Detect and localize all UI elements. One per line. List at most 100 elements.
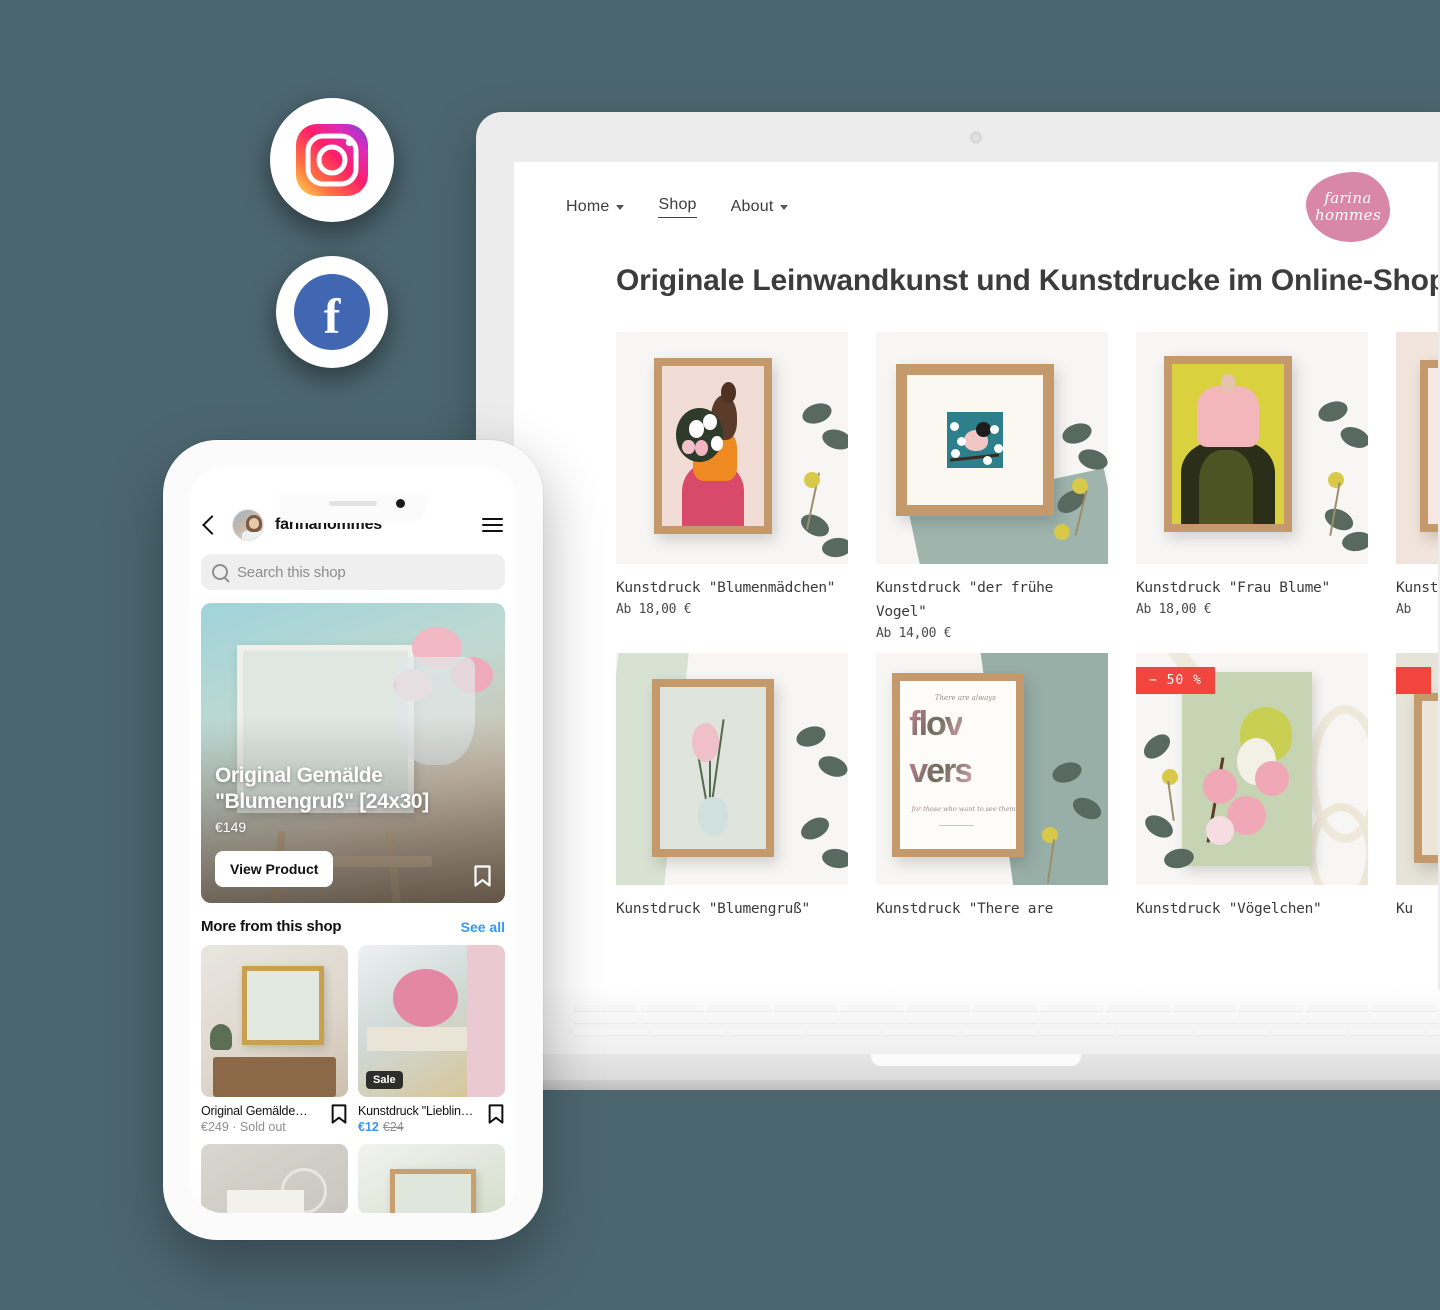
search-input[interactable]: Search this shop xyxy=(201,554,505,590)
discount-badge-partial xyxy=(1396,667,1431,694)
featured-text-block: Original Gemälde "Blumengruß" [24x30] €1… xyxy=(215,763,491,835)
product-image-blumengruss xyxy=(616,653,848,885)
product-tile-price-was: €24 xyxy=(382,1120,404,1134)
product-title: Kunstdruck "Frau Blume" xyxy=(1136,580,1330,596)
laptop-lid: Home Shop About farina hommes Originale … xyxy=(476,112,1440,1002)
laptop-base-shadow xyxy=(432,1080,1440,1090)
keyboard xyxy=(568,1002,1440,1036)
sideboard-decor xyxy=(212,1057,337,1097)
bookmark-icon[interactable] xyxy=(474,865,491,887)
nav-item-about[interactable]: About xyxy=(731,198,789,216)
instagram-shop-screen: farinahommes Search this shop Original G… xyxy=(189,467,517,1213)
nav-links: Home Shop About xyxy=(566,196,789,218)
product-image-voegelchen: − 50 % xyxy=(1136,653,1368,885)
product-image-partial-right xyxy=(1396,653,1438,885)
phone-mockup: farinahommes Search this shop Original G… xyxy=(163,440,543,1240)
framed-art-decor xyxy=(390,1169,476,1213)
menu-icon[interactable] xyxy=(482,517,503,533)
front-camera-icon xyxy=(396,499,405,508)
product-title: Kunstdruck "There are xyxy=(876,901,1054,917)
logo-line-1: farina xyxy=(1324,189,1372,207)
page-title: Originale Leinwandkunst und Kunstdrucke … xyxy=(616,264,1438,297)
search-placeholder: Search this shop xyxy=(237,563,346,581)
product-title: Kunstdruck "Blumengruß" xyxy=(616,901,810,917)
plant-decor xyxy=(209,1024,232,1051)
phone-notch xyxy=(279,493,427,523)
product-tile[interactable]: Sale Kunstdruck "Lieblin… €12 €24 xyxy=(358,945,505,1134)
product-tile-image xyxy=(358,1144,505,1213)
chevron-down-icon xyxy=(780,204,789,210)
product-price: Ab 18,00 € xyxy=(616,602,692,617)
product-image-frau-blume xyxy=(1136,332,1368,564)
product-title: Kunstdruck "der frühe Vogel" xyxy=(876,580,1054,620)
product-tile-image xyxy=(201,945,348,1097)
product-price: Ab 14,00 € xyxy=(876,626,952,641)
product-title: Kunstdruck "Ro xyxy=(1396,580,1438,596)
bookmark-icon[interactable] xyxy=(325,1104,348,1126)
product-card[interactable]: − 50 % Kunstdruck "Vögelchen" xyxy=(1136,653,1368,923)
product-image-frueher-vogel xyxy=(876,332,1108,564)
nav-label-shop: Shop xyxy=(658,196,697,218)
desktop-website: Home Shop About farina hommes Originale … xyxy=(514,162,1438,1002)
instagram-glyph xyxy=(296,124,368,196)
product-card[interactable]: Ku xyxy=(1396,653,1438,923)
avatar[interactable] xyxy=(232,509,264,541)
product-card[interactable]: Kunstdruck "der frühe Vogel" Ab 14,00 € xyxy=(876,332,1108,641)
brand-logo[interactable]: farina hommes xyxy=(1306,172,1390,242)
more-from-shop-header: More from this shop See all xyxy=(201,918,505,935)
logo-line-2: hommes xyxy=(1314,206,1382,224)
product-tile-name: Kunstdruck "Lieblin… xyxy=(358,1104,474,1118)
view-product-button[interactable]: View Product xyxy=(215,851,334,887)
search-icon xyxy=(212,564,228,580)
bookmark-icon[interactable] xyxy=(482,1104,505,1126)
product-title: Ku xyxy=(1396,901,1413,917)
product-tile[interactable] xyxy=(358,1144,505,1213)
nav-item-shop[interactable]: Shop xyxy=(658,196,697,218)
product-tile[interactable] xyxy=(201,1144,348,1213)
product-tile-price: €249 · Sold out xyxy=(201,1120,286,1134)
laptop-base xyxy=(414,990,1440,1102)
product-tile-name: Original Gemälde… xyxy=(201,1104,308,1118)
social-icon-instagram[interactable] xyxy=(270,98,394,222)
nav-item-home[interactable]: Home xyxy=(566,198,625,216)
product-tile-grid: Original Gemälde… €249 · Sold out Sale K… xyxy=(201,945,505,1213)
framed-art-decor xyxy=(242,966,325,1046)
product-title: Kunstdruck "Blumenmädchen" xyxy=(616,580,836,596)
product-price: Ab 18,00 € xyxy=(1136,602,1212,617)
product-card[interactable]: Kunstdruck "Frau Blume" Ab 18,00 € xyxy=(1136,332,1368,641)
more-from-shop-title: More from this shop xyxy=(201,918,342,935)
laptop-deck xyxy=(476,990,1440,1056)
product-tile-meta: Original Gemälde… €249 · Sold out xyxy=(201,1104,348,1134)
product-tile-price-now: €12 xyxy=(358,1120,379,1134)
product-title: Kunstdruck "Vögelchen" xyxy=(1136,901,1322,917)
product-card[interactable]: There are always flov vers for those who… xyxy=(876,653,1108,923)
back-icon[interactable] xyxy=(202,515,222,535)
wall-color-decor xyxy=(466,945,505,1097)
product-grid: Kunstdruck "Blumenmädchen" Ab 18,00 € Ku… xyxy=(514,298,1438,923)
product-price: Ab xyxy=(1396,602,1412,617)
webcam-icon xyxy=(968,130,984,145)
product-tile[interactable]: Original Gemälde… €249 · Sold out xyxy=(201,945,348,1134)
product-image-there-are-flowers: There are always flov vers for those who… xyxy=(876,653,1108,885)
discount-badge: − 50 % xyxy=(1136,667,1215,694)
logo-wordmark: farina hommes xyxy=(1306,172,1390,242)
product-image-rosen-partial xyxy=(1396,332,1438,564)
featured-product-price: €149 xyxy=(215,819,247,835)
sale-badge: Sale xyxy=(366,1071,403,1089)
chevron-down-icon xyxy=(616,204,625,210)
laptop-mockup: Home Shop About farina hommes Originale … xyxy=(414,112,1440,1090)
product-card[interactable]: Kunstdruck "Ro Ab xyxy=(1396,332,1438,641)
earpiece-speaker xyxy=(329,501,377,506)
product-card[interactable]: Kunstdruck "Blumenmädchen" Ab 18,00 € xyxy=(616,332,848,641)
bouquet-decor xyxy=(393,969,458,1028)
product-tile-price: €12 €24 xyxy=(358,1120,473,1134)
featured-product-card[interactable]: Original Gemälde "Blumengruß" [24x30] €1… xyxy=(201,603,505,903)
social-icon-facebook[interactable]: f xyxy=(276,256,388,368)
see-all-link[interactable]: See all xyxy=(461,919,505,935)
product-card[interactable]: Kunstdruck "Blumengruß" xyxy=(616,653,848,923)
nav-label-home: Home xyxy=(566,198,610,215)
product-tile-meta: Kunstdruck "Lieblin… €12 €24 xyxy=(358,1104,505,1134)
product-tile-image: Sale xyxy=(358,945,505,1097)
paper-decor xyxy=(227,1190,304,1213)
product-tile-image xyxy=(201,1144,348,1213)
